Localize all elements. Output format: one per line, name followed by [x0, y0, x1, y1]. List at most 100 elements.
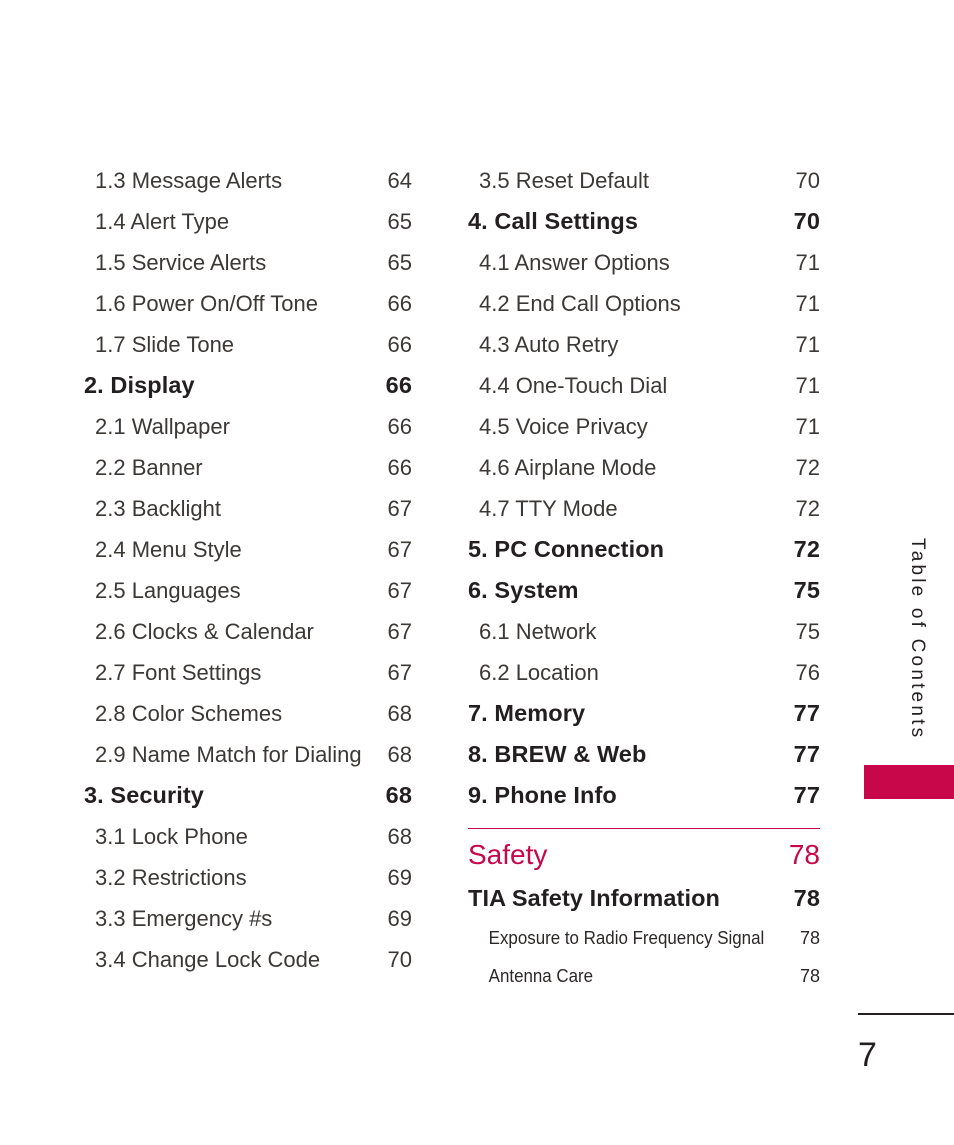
toc-entry-page-number: 65 [387, 209, 412, 234]
toc-entry-title: 3. Security [84, 782, 204, 808]
toc-entry-title: 2.5 Languages [95, 578, 241, 603]
toc-entry[interactable]: TIA Safety Information 78 [468, 878, 820, 919]
toc-entry-page-number: 75 [795, 619, 820, 644]
toc-entry[interactable]: 1.6 Power On/Off Tone 66 [84, 283, 412, 324]
toc-entry[interactable]: 4.7 TTY Mode 72 [468, 488, 820, 529]
toc-entry-title: 1.4 Alert Type [95, 209, 230, 234]
toc-entry[interactable]: 4.6 Airplane Mode 72 [468, 447, 820, 488]
toc-entry-title: 2.4 Menu Style [95, 537, 242, 562]
toc-entry-title: Exposure to Radio Frequency Signal [488, 928, 765, 948]
toc-entry-page-number: 71 [795, 291, 820, 316]
toc-entry-title: 7. Memory [468, 700, 586, 726]
toc-entry-page-number: 67 [387, 496, 412, 521]
toc-entry[interactable]: 7. Memory 77 [468, 693, 820, 734]
toc-entry[interactable]: 8. BREW & Web 77 [468, 734, 820, 775]
toc-entry[interactable]: Safety 78 [468, 831, 820, 878]
toc-entry-title: 2. Display [84, 372, 195, 398]
toc-entry-page-number: 72 [795, 496, 820, 521]
toc-entry[interactable]: 1.3 Message Alerts 64 [84, 160, 412, 201]
toc-entry-page-number: 67 [387, 578, 412, 603]
toc-spacer [468, 816, 820, 824]
toc-entry[interactable]: 2.9 Name Match for Dialing 68 [84, 734, 412, 775]
toc-entry[interactable]: 4.1 Answer Options 71 [468, 242, 820, 283]
toc-entry-page-number: 70 [795, 168, 820, 193]
toc-entry[interactable]: 4.3 Auto Retry 71 [468, 324, 820, 365]
toc-entry[interactable]: 5. PC Connection 72 [468, 529, 820, 570]
toc-entry[interactable]: Antenna Care 78 [468, 957, 820, 995]
toc-entry-page-number: 78 [799, 928, 820, 948]
toc-entry-page-number: 69 [387, 865, 412, 890]
toc-entry[interactable]: 4.2 End Call Options 71 [468, 283, 820, 324]
toc-entry-page-number: 68 [385, 782, 412, 808]
toc-entry-page-number: 66 [387, 291, 412, 316]
toc-entry-title: 1.5 Service Alerts [95, 250, 267, 275]
toc-entry[interactable]: 2.8 Color Schemes 68 [84, 693, 412, 734]
toc-entry[interactable]: 2. Display 66 [84, 365, 412, 406]
toc-entry-title: 4. Call Settings [468, 208, 639, 234]
toc-entry-page-number: 65 [387, 250, 412, 275]
toc-entry-title: 3.5 Reset Default [479, 168, 649, 193]
toc-entry-title: TIA Safety Information [468, 885, 721, 911]
toc-entry-page-number: 78 [788, 839, 820, 870]
toc-entry[interactable]: 6.1 Network 75 [468, 611, 820, 652]
toc-entry[interactable]: 2.3 Backlight 67 [84, 488, 412, 529]
toc-entry[interactable]: 3.4 Change Lock Code 70 [84, 939, 412, 980]
toc-entry-page-number: 68 [387, 742, 412, 767]
toc-entry[interactable]: 3.2 Restrictions 69 [84, 857, 412, 898]
toc-entry-title: 4.7 TTY Mode [479, 496, 618, 521]
toc-entry[interactable]: Exposure to Radio Frequency Signal 78 [468, 919, 820, 957]
toc-entry-title: 2.2 Banner [95, 455, 203, 480]
toc-entry[interactable]: 9. Phone Info 77 [468, 775, 820, 816]
toc-entry[interactable]: 4.4 One-Touch Dial 71 [468, 365, 820, 406]
toc-entry-page-number: 77 [793, 700, 820, 726]
toc-entry-page-number: 77 [793, 741, 820, 767]
toc-entry-title: 3.2 Restrictions [95, 865, 247, 890]
toc-column-left: 1.3 Message Alerts 64 1.4 Alert Type 65 1.5 … [84, 160, 412, 980]
toc-entry[interactable]: 4. Call Settings 70 [468, 201, 820, 242]
toc-entry[interactable]: 2.4 Menu Style 67 [84, 529, 412, 570]
toc-entry[interactable]: 3. Security 68 [84, 775, 412, 816]
toc-entry-page-number: 67 [387, 660, 412, 685]
toc-entry[interactable]: 3.5 Reset Default 70 [468, 160, 820, 201]
side-tab-accent-block [864, 765, 954, 799]
toc-column-right: 3.5 Reset Default 70 4. Call Settings 70 4.1… [468, 160, 820, 995]
toc-entry[interactable]: 1.7 Slide Tone 66 [84, 324, 412, 365]
toc-entry-page-number: 77 [793, 782, 820, 808]
toc-entry-title: 5. PC Connection [468, 536, 665, 562]
toc-entry[interactable]: 3.1 Lock Phone 68 [84, 816, 412, 857]
toc-entry-title: 2.8 Color Schemes [95, 701, 283, 726]
toc-entry-title: 1.6 Power On/Off Tone [95, 291, 318, 316]
side-tab-label: Table of Contents [907, 538, 928, 741]
toc-entry[interactable]: 2.7 Font Settings 67 [84, 652, 412, 693]
toc-entry[interactable]: 6.2 Location 76 [468, 652, 820, 693]
toc-entry-title: 2.6 Clocks & Calendar [95, 619, 314, 644]
toc-entry-title: 4.5 Voice Privacy [479, 414, 648, 439]
toc-entry-page-number: 67 [387, 619, 412, 644]
footer-rule [858, 1013, 954, 1015]
toc-entry[interactable]: 1.5 Service Alerts 65 [84, 242, 412, 283]
toc-entry-title: 4.3 Auto Retry [479, 332, 619, 357]
toc-entry[interactable]: 2.2 Banner 66 [84, 447, 412, 488]
toc-entry-title: Antenna Care [488, 966, 594, 986]
toc-entry-title: 9. Phone Info [468, 782, 617, 808]
toc-entry[interactable]: 2.1 Wallpaper 66 [84, 406, 412, 447]
toc-entry-page-number: 67 [387, 537, 412, 562]
toc-entry-page-number: 78 [799, 966, 820, 986]
toc-entry-page-number: 64 [387, 168, 412, 193]
toc-entry[interactable]: 3.3 Emergency #s 69 [84, 898, 412, 939]
toc-entry[interactable]: 2.6 Clocks & Calendar 67 [84, 611, 412, 652]
toc-entry-title: 1.7 Slide Tone [95, 332, 235, 357]
toc-entry-page-number: 71 [795, 414, 820, 439]
toc-entry-title: 2.7 Font Settings [95, 660, 262, 685]
toc-entry-title: 6.2 Location [479, 660, 599, 685]
toc-entry-page-number: 66 [387, 414, 412, 439]
toc-entry[interactable]: 1.4 Alert Type 65 [84, 201, 412, 242]
toc-entry-title: 4.2 End Call Options [479, 291, 681, 316]
page-number: 7 [858, 1036, 878, 1074]
toc-entry-title: 2.3 Backlight [95, 496, 221, 521]
toc-entry[interactable]: 4.5 Voice Privacy 71 [468, 406, 820, 447]
toc-entry-title: 1.3 Message Alerts [95, 168, 283, 193]
toc-entry[interactable]: 2.5 Languages 67 [84, 570, 412, 611]
toc-entry[interactable]: 6. System 75 [468, 570, 820, 611]
toc-entry-page-number: 66 [387, 332, 412, 357]
